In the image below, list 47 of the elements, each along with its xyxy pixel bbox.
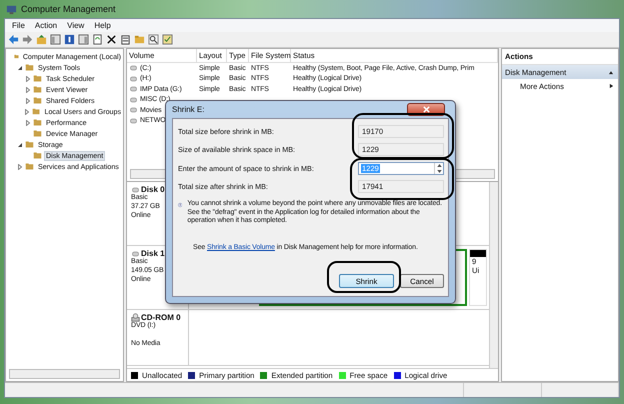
vertical-scrollbar[interactable] <box>489 182 498 368</box>
right-arrow-icon[interactable] <box>609 83 614 89</box>
info-icon <box>178 200 182 210</box>
folder-icon <box>32 107 40 116</box>
delete-icon[interactable] <box>106 34 117 45</box>
close-icon <box>422 106 430 113</box>
expand-arrow-icon[interactable] <box>16 164 22 170</box>
forward-arrow-icon[interactable] <box>22 34 33 45</box>
down-arrow-icon[interactable] <box>436 170 442 172</box>
window-title: Computer Management <box>21 4 116 14</box>
up-arrow-icon[interactable] <box>436 164 442 167</box>
panel-icon[interactable] <box>78 34 89 45</box>
menu-item[interactable]: Help <box>90 21 115 30</box>
back-arrow-icon[interactable] <box>8 34 19 45</box>
panel-icon[interactable] <box>50 34 61 45</box>
menu-item[interactable]: View <box>63 21 88 30</box>
folder-icon <box>33 151 42 160</box>
folder-icon <box>14 52 19 61</box>
folder-up-icon[interactable] <box>36 34 47 45</box>
folder-icon <box>25 140 34 149</box>
dialog-title: Shrink E: <box>172 105 204 114</box>
collapse-arrow-icon[interactable] <box>16 64 22 70</box>
folder-icon <box>33 74 42 83</box>
folder-icon <box>33 96 42 105</box>
expand-arrow-icon[interactable] <box>24 76 30 82</box>
collapse-arrow-icon[interactable] <box>16 142 22 148</box>
menu-item[interactable]: File <box>8 21 29 30</box>
checklist-icon[interactable] <box>162 34 173 45</box>
folder-icon <box>25 63 34 72</box>
disk-name: CD-ROM 0 <box>141 313 181 322</box>
disk-name: Disk 1 <box>141 249 165 258</box>
collapse-arrow-icon[interactable] <box>608 70 614 74</box>
cd-drive-icon <box>131 313 140 322</box>
disk-name: Disk 0 <box>141 185 165 194</box>
folder-icon <box>25 162 34 171</box>
horizontal-scrollbar[interactable] <box>9 369 120 379</box>
magnifier-icon[interactable] <box>148 34 159 45</box>
menu-item[interactable]: Action <box>30 21 62 30</box>
folder-icon <box>33 118 42 127</box>
expand-arrow-icon[interactable] <box>24 98 30 104</box>
folder-icon <box>33 129 42 138</box>
properties-icon[interactable] <box>120 34 131 45</box>
expand-arrow-icon[interactable] <box>24 108 30 114</box>
computer-icon <box>6 4 17 14</box>
expand-arrow-icon[interactable] <box>24 120 30 126</box>
folder-icon <box>33 85 42 94</box>
expand-arrow-icon[interactable] <box>24 86 30 92</box>
